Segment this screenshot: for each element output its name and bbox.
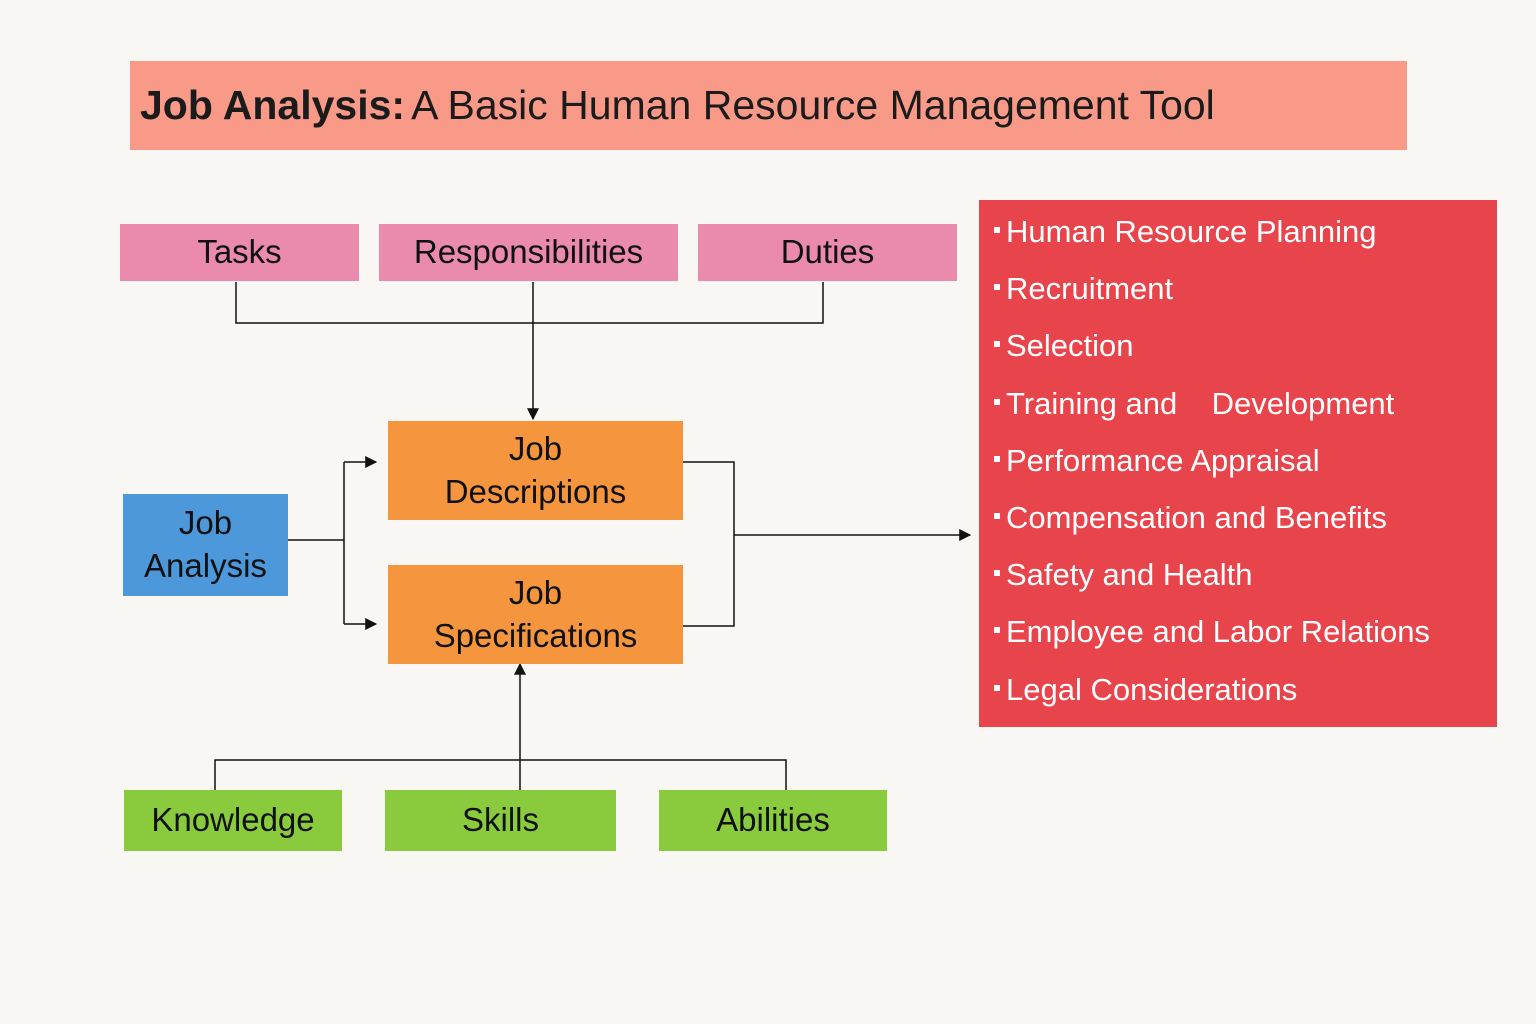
- bullet-icon: [994, 570, 1000, 577]
- list-item: Training and Development: [991, 385, 1497, 442]
- list-item-label: Training and Development: [1006, 385, 1395, 421]
- title-rest: A Basic Human Resource Management Tool: [411, 82, 1215, 128]
- job-specifications-line2: Specifications: [433, 616, 638, 654]
- list-item-label: Performance Appraisal: [1006, 442, 1320, 478]
- list-item: Selection: [991, 327, 1497, 384]
- analysis-split-line: [288, 462, 345, 624]
- bullet-icon: [994, 284, 1000, 291]
- list-item-label: Recruitment: [1006, 271, 1174, 307]
- job-analysis-line1: Job: [178, 504, 233, 542]
- bullet-icon: [994, 341, 1000, 348]
- top-merge-line: [235, 282, 824, 324]
- bullet-icon: [994, 627, 1000, 634]
- list-item-label: Safety and Health: [1006, 557, 1253, 593]
- bullet-icon: [994, 512, 1000, 519]
- duties-box: Duties: [698, 224, 957, 281]
- job-descriptions-line2: Descriptions: [444, 472, 627, 510]
- list-item: Legal Considerations: [991, 671, 1497, 728]
- bullet-icon: [994, 455, 1000, 462]
- responsibilities-box: Responsibilities: [379, 224, 678, 281]
- list-item-label: Human Resource Planning: [1006, 214, 1377, 249]
- list-item-label: Compensation and Benefits: [1006, 499, 1387, 535]
- title-bold: Job Analysis:: [140, 82, 406, 128]
- outputs-merge-line: [683, 461, 735, 627]
- abilities-box: Abilities: [659, 790, 887, 851]
- knowledge-box: Knowledge: [124, 790, 342, 851]
- job-analysis-line2: Analysis: [144, 547, 267, 584]
- job-descriptions-line1: Job: [508, 429, 563, 467]
- job-specifications-line1: Job: [508, 573, 563, 611]
- skills-box: Skills: [385, 790, 616, 851]
- list-item-label: Employee and Labor Relations: [1006, 614, 1430, 650]
- list-item: Recruitment: [991, 270, 1497, 327]
- list-item-label: Selection: [1006, 328, 1134, 364]
- bullet-icon: [994, 227, 1000, 233]
- list-item: Employee and Labor Relations: [991, 613, 1497, 670]
- list-item: Safety and Health: [991, 556, 1497, 613]
- job-analysis-box: Job Analysis: [123, 494, 288, 596]
- bullet-icon: [994, 398, 1000, 405]
- list-item: Human Resource Planning: [991, 213, 1497, 270]
- list-item-label: Legal Considerations: [1006, 671, 1298, 707]
- job-specifications-box: Job Specifications: [388, 565, 683, 664]
- list-item: Compensation and Benefits: [991, 499, 1497, 556]
- tasks-box: Tasks: [120, 224, 359, 281]
- hr-uses-list: Human Resource Planning Recruitment Sele…: [991, 213, 1497, 728]
- hr-uses-panel: Human Resource Planning Recruitment Sele…: [979, 200, 1497, 727]
- list-item: Performance Appraisal: [991, 442, 1497, 499]
- job-descriptions-box: Job Descriptions: [388, 421, 683, 520]
- page-title: Job Analysis: A Basic Human Resource Man…: [130, 61, 1407, 150]
- bullet-icon: [994, 684, 1000, 691]
- bottom-merge-line: [214, 759, 787, 790]
